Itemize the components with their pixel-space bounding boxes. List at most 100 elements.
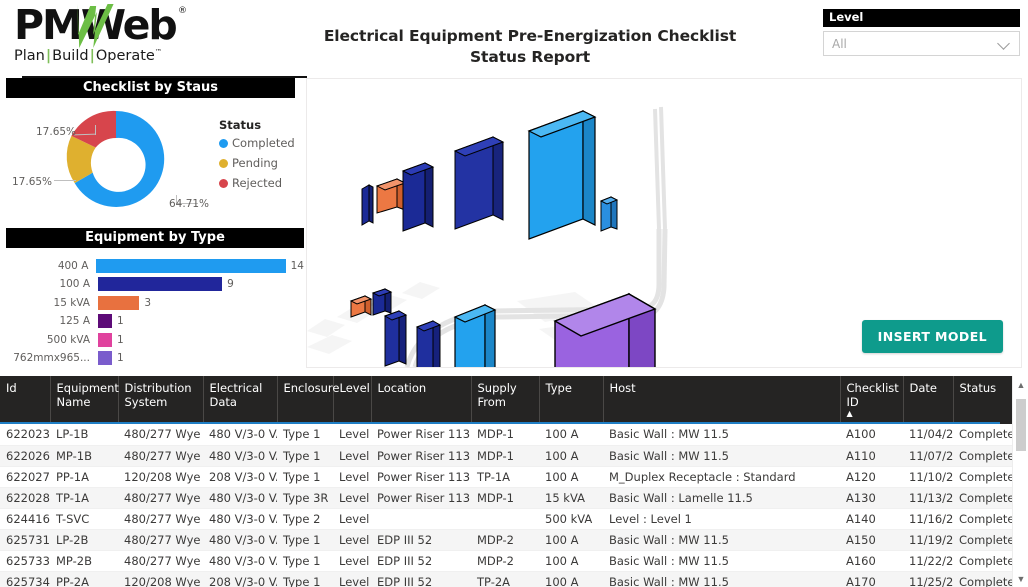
table-cell-distribution_system: 480/277 Wye [118,487,203,509]
report-page: PMWeb ® Plan|Build|Operate™ Electrical E… [0,0,1028,587]
legend-item-completed[interactable]: Completed [219,136,295,150]
table-header-enclosure[interactable]: Enclosure [277,376,339,424]
scroll-up-arrow-icon[interactable]: ▲ [1013,376,1028,393]
table-header-id[interactable]: Id [0,376,51,424]
model-riser-conduit [653,106,667,230]
callout-leader-rejected-tick [95,125,96,135]
table-cell-date: 11/13/20 [903,487,953,509]
bar-row[interactable]: 500 kVA 1 [6,332,304,347]
table-header-checklist_id[interactable]: Checklist ID ▲ [840,376,904,424]
bar-fill[interactable] [98,314,112,328]
table-row[interactable]: 624416 T-SVC 480/277 Wye 480 V/3-0 VA Type 2… [0,508,1012,530]
bar-row[interactable]: 100 A 9 [6,277,304,292]
table-cell-date: 11/22/20 [903,550,953,572]
table-header-label: Location [377,381,427,395]
bar-row[interactable]: 400 A 14 [6,258,304,273]
table-cell-equipment_name: PP-2A [50,571,118,587]
bar-row[interactable]: 762mmx965... 1 [6,351,304,366]
model-viewer-panel[interactable]: INSERT MODEL [306,78,1022,368]
table-header-underline [0,422,1000,424]
chevron-down-icon [998,37,1011,50]
legend-item-pending[interactable]: Pending [219,156,295,170]
table-cell-distribution_system: 480/277 Wye [118,550,203,572]
table-cell-checklist_id: A110 [840,445,903,467]
table-cell-location: EDP III 52 [371,571,471,587]
bar-fill[interactable] [96,258,286,273]
bar-category-label: 15 kVA [53,296,90,309]
table-cell-electrical_data: 480 V/3-0 VA [203,487,277,509]
table-cell-host: Basic Wall : MW 11.5 [603,571,840,587]
table-header-electrical_data[interactable]: Electrical Data [203,376,278,424]
table-cell-level: Level 2 [333,550,371,572]
table-cell-type: 100 A [539,424,603,446]
table-row[interactable]: 625733 MP-2B 480/277 Wye 480 V/3-0 VA Type 1… [0,550,1012,572]
insert-model-button[interactable]: INSERT MODEL [861,320,1003,353]
table-vertical-scrollbar[interactable]: ▲ ▼ [1012,376,1028,587]
table-header-distribution_system[interactable]: Distribution System [118,376,204,424]
bar-category-label: 100 A [59,278,90,290]
table-cell-checklist_id: A130 [840,487,903,509]
table-cell-host: Basic Wall : Lamelle 11.5 [603,487,840,509]
bar-fill[interactable] [98,351,112,365]
table-header-label: Enclosure [283,381,340,395]
table-header-row: Id Equipment Name Distribution System Elect… [0,376,1012,424]
table-header-host[interactable]: Host [603,376,841,424]
table-cell-type: 100 A [539,550,603,572]
table-row[interactable]: 622027 PP-1A 120/208 Wye 208 V/3-0 VA Type 1… [0,466,1012,488]
table-cell-location: EDP III 52 [371,529,471,551]
table-row[interactable]: 625734 PP-2A 120/208 Wye 208 V/3-0 VA Type 1… [0,571,1012,587]
table-row[interactable]: 622026 MP-1B 480/277 Wye 480 V/3-0 VA Type 1… [0,445,1012,467]
table-cell-type: 100 A [539,571,603,587]
table-cell-type: 100 A [539,529,603,551]
logo-tagline-plan: Plan [14,48,45,64]
table-cell-checklist_id: A140 [840,508,903,530]
table-header-label: Status [959,381,997,395]
table-header-status[interactable]: Status [953,376,1012,424]
table-header-label: Host [609,381,636,395]
bar-value-label: 9 [227,278,234,290]
level-slicer-label: Level [823,9,1020,27]
bar-category-label: 500 kVA [46,333,90,346]
scroll-down-arrow-icon[interactable]: ▼ [1013,570,1028,587]
table-cell-electrical_data: 208 V/3-0 VA [203,466,277,488]
table-header-label: Date [909,381,938,395]
table-cell-enclosure: Type 2 [277,508,333,530]
table-cell-id: 625733 [0,550,50,572]
bar-fill[interactable] [98,277,223,291]
scrollbar-thumb[interactable] [1016,399,1026,451]
logo-tagline: Plan|Build|Operate™ [14,48,162,64]
table-cell-location: Power Riser 113 [371,424,471,446]
table-header-location[interactable]: Location [371,376,472,424]
table-cell-date: 11/04/20 [903,424,953,446]
table-cell-supply_from: MDP-2 [471,529,539,551]
donut-label-completed: 64.71% [169,198,210,210]
bar-row[interactable]: 125 A 1 [6,314,304,329]
table-header-level[interactable]: Level [333,376,372,424]
table-row[interactable]: 622023 LP-1B 480/277 Wye 480 V/3-0 VA Type 1… [0,424,1012,446]
checklist-table: Id Equipment Name Distribution System Elect… [0,376,1012,587]
table-cell-equipment_name: MP-1B [50,445,118,467]
table-cell-equipment_name: TP-1A [50,487,118,509]
logo-mark: PMWeb ® [12,4,187,48]
table-header-type[interactable]: Type [539,376,604,424]
table-header-equipment_name[interactable]: Equipment Name [50,376,119,424]
level-dropdown[interactable]: All [823,31,1020,56]
scrollbar-track[interactable] [1013,393,1028,570]
table-cell-distribution_system: 480/277 Wye [118,445,203,467]
table-row[interactable]: 622028 TP-1A 480/277 Wye 480 V/3-0 VA Type 3… [0,487,1012,509]
table-cell-equipment_name: T-SVC [50,508,118,530]
table-cell-date: 11/07/20 [903,445,953,467]
table-cell-enclosure: Type 1 [277,445,333,467]
table-cell-supply_from: MDP-2 [471,550,539,572]
bar-fill[interactable] [98,332,112,347]
table-row[interactable]: 625731 LP-2B 480/277 Wye 480 V/3-0 VA Type 1… [0,529,1012,551]
table-header-supply_from[interactable]: Supply From [471,376,540,424]
legend-item-rejected[interactable]: Rejected [219,176,295,190]
bar-row[interactable]: 15 kVA 3 [6,295,304,310]
table-cell-enclosure: Type 3R [277,487,333,509]
bar-fill[interactable] [98,295,140,310]
table-header-date[interactable]: Date [903,376,954,424]
bar-value-label: 1 [117,333,124,346]
checklist-by-status-card: Checklist by Staus 17.65% 17.65% 64.71% [6,78,295,218]
equipment-by-type-chart[interactable]: 400 A 14 100 A 9 15 kVA 3 125 A 1 500 kVA 1 762mmx… [6,258,304,366]
